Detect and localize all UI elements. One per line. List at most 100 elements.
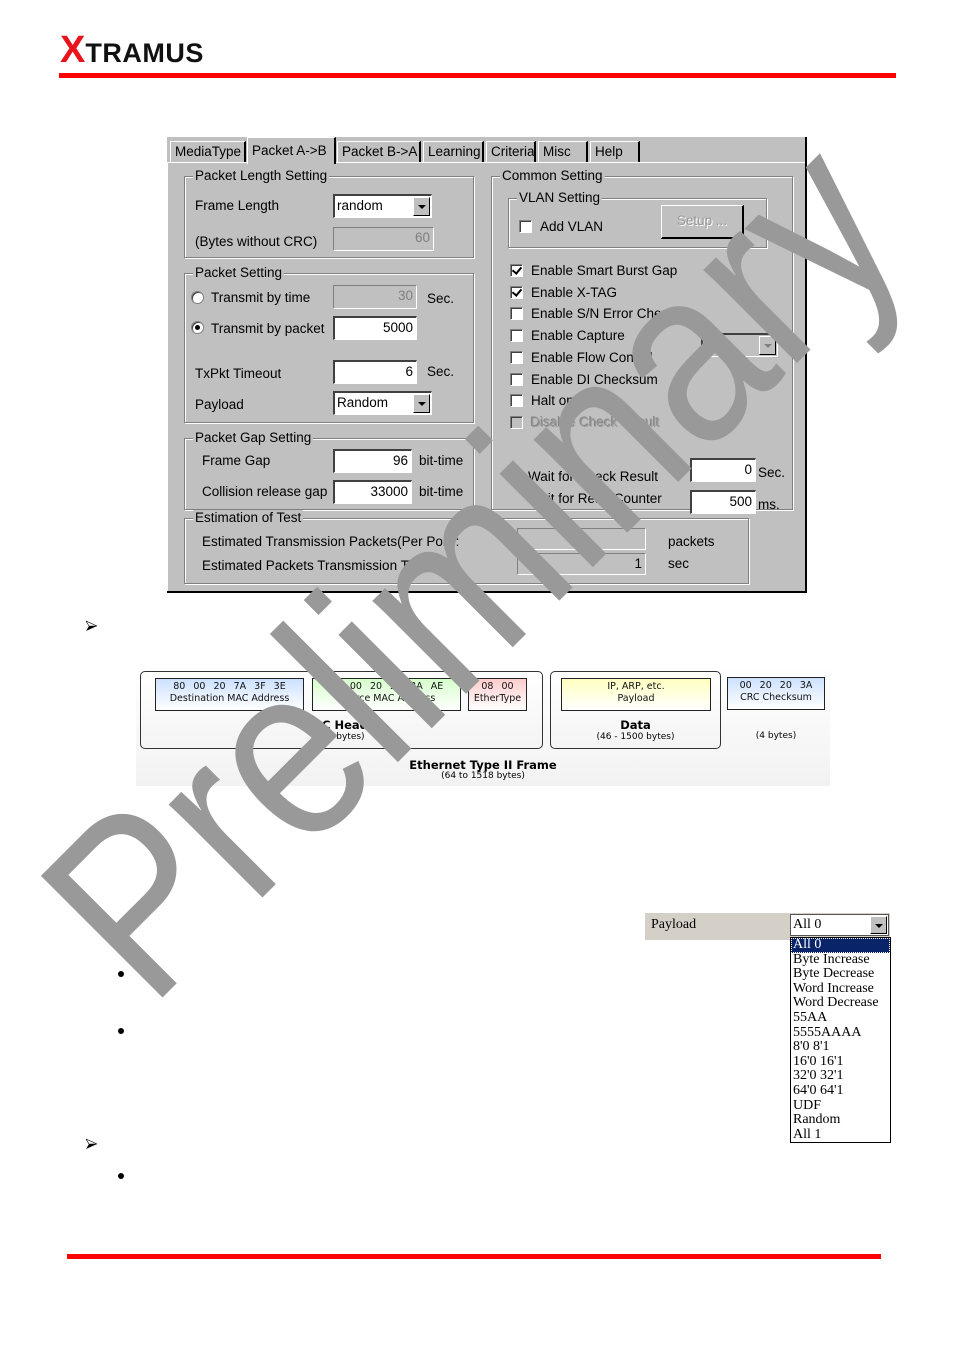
wait-read-counter-field[interactable]: 500: [690, 490, 756, 514]
option-label: Enable Smart Burst Gap: [531, 263, 678, 278]
header-rule: [59, 73, 896, 78]
payload-options-list: All 0 Byte Increase Byte Decrease Word Incr…: [790, 937, 891, 1143]
payload-option[interactable]: UDF: [791, 1098, 890, 1114]
payload-option[interactable]: All 0: [791, 937, 890, 953]
payload-option[interactable]: Word Increase: [791, 981, 890, 997]
wait-check-result-field[interactable]: 0: [690, 458, 756, 482]
chevron-down-icon[interactable]: [413, 394, 430, 413]
option-checkbox[interactable]: [510, 307, 523, 321]
frame-length-select[interactable]: random: [333, 194, 432, 218]
payload-field-label: Payload: [617, 693, 655, 704]
payload-option[interactable]: All 1: [791, 1127, 890, 1143]
logo-x: X: [60, 29, 85, 71]
payload-row-label: Payload: [651, 917, 697, 932]
payload-value: Random: [337, 395, 389, 410]
transmit-by-packet-label: Transmit by packet: [211, 321, 325, 336]
transmit-by-time-radio[interactable]: [191, 291, 204, 304]
payload-option[interactable]: Random: [791, 1113, 890, 1128]
add-vlan-label: Add VLAN: [540, 219, 604, 234]
bullet-dot-icon: [118, 1028, 124, 1034]
frame-gap-field[interactable]: 96: [333, 449, 412, 473]
crc-label: CRC Checksum: [740, 692, 812, 703]
packet-setting-group: Packet Setting Transmit by time 30 Sec. …: [184, 265, 474, 423]
option-checkbox[interactable]: [510, 372, 523, 386]
transmit-by-packet-radio[interactable]: [191, 321, 204, 334]
source-mac-label: Source MAC Address: [337, 693, 436, 704]
payload-option[interactable]: 64'0 64'1: [791, 1083, 890, 1099]
ethertype-label: EtherType: [473, 693, 522, 704]
txpkt-timeout-field[interactable]: 6: [333, 360, 417, 384]
mac-header-group: 80 00 20 7A 3F 3E Destination MAC Addres…: [140, 671, 543, 749]
vlan-setting-group: VLAN Setting Add VLAN Setup ...: [508, 190, 767, 248]
chevron-down-icon[interactable]: [870, 916, 887, 934]
transmit-packet-field[interactable]: 5000: [333, 316, 417, 340]
packet-length-group: Packet Length Setting Frame Length rando…: [184, 168, 474, 258]
option-checkbox[interactable]: [510, 264, 523, 277]
tab-bar: MediaType Packet A->B Packet B->A Learni…: [167, 137, 805, 164]
option-checkbox[interactable]: [510, 394, 523, 408]
payload-label: Payload: [195, 397, 244, 412]
payload-top-text: IP, ARP, etc.: [607, 681, 665, 692]
payload-option[interactable]: Byte Decrease: [791, 967, 890, 982]
chevron-down-icon[interactable]: [759, 336, 776, 355]
tab-packet-a-b[interactable]: Packet A->B: [247, 137, 336, 164]
collision-gap-label: Collision release gap: [202, 484, 328, 499]
option-label: Enable Capture: [531, 328, 625, 344]
wait-check-result-label: Wait for Check Result: [528, 469, 659, 484]
collision-gap-field[interactable]: 33000: [333, 480, 412, 504]
chevron-down-icon[interactable]: [413, 197, 430, 216]
estimated-packets-label: Estimated Transmission Packets(Per Port)…: [202, 534, 460, 549]
payload-option[interactable]: Word Decrease: [791, 996, 890, 1011]
payload-option[interactable]: 8'0 8'1: [791, 1040, 890, 1055]
packet-length-title: Packet Length Setting: [193, 168, 330, 184]
option-label: Enable DI Checksum: [531, 371, 658, 387]
tab-criteria[interactable]: Criteria: [486, 141, 536, 163]
tab-learning[interactable]: Learning: [423, 141, 484, 163]
data-group: IP, ARP, etc. Payload Data (46 - 1500 by…: [550, 671, 721, 749]
tab-misc[interactable]: Misc: [538, 141, 588, 163]
payload-option[interactable]: 16'0 16'1: [791, 1054, 890, 1070]
crc-hex: 00 20 20 3A: [739, 680, 813, 691]
payload-dropdown-value: All 0: [793, 917, 822, 932]
transmit-by-time-label: Transmit by time: [211, 290, 311, 305]
tab-help[interactable]: Help: [590, 141, 640, 163]
payload-option[interactable]: 55AA: [791, 1010, 890, 1026]
frame-size: (64 to 1518 bytes): [441, 771, 525, 781]
frame-gap-unit: bit-time: [419, 453, 464, 468]
frame-gap-label: Frame Gap: [202, 453, 271, 468]
payload-option[interactable]: 5555AAAA: [791, 1025, 890, 1041]
tab-mediatype[interactable]: MediaType: [170, 141, 246, 163]
estimated-time-unit: sec: [668, 556, 690, 571]
frame-title: Ethernet Type II Frame: [409, 758, 557, 772]
option-checkbox[interactable]: [510, 285, 523, 299]
payload-dropdown-select[interactable]: All 0: [790, 914, 889, 936]
crc-field: 00 20 20 3A CRC Checksum: [727, 677, 825, 710]
data-size: (46 - 1500 bytes): [596, 732, 675, 742]
estimated-time-field: 1: [517, 553, 646, 575]
option-checkbox[interactable]: [510, 350, 523, 364]
source-mac-field: 80 00 20 20 3A AE Source MAC Address: [312, 678, 461, 711]
ethertype-hex: 08 00: [481, 681, 514, 692]
ethernet-frame-diagram: 80 00 20 7A 3F 3E Destination MAC Addres…: [136, 666, 830, 786]
option-checkbox[interactable]: [510, 329, 523, 343]
capture-select[interactable]: All: [701, 333, 778, 357]
payload-field: IP, ARP, etc. Payload: [561, 678, 711, 711]
bullet-dot-icon: [118, 971, 124, 977]
tab-packet-b-a[interactable]: Packet B->A: [337, 141, 421, 163]
estimation-group: Estimation of Test Estimated Transmissio…: [184, 510, 749, 584]
packet-gap-title: Packet Gap Setting: [193, 430, 314, 446]
payload-select[interactable]: Random: [333, 391, 432, 415]
payload-option[interactable]: Byte Increase: [791, 952, 890, 968]
capture-select-value: All: [705, 337, 721, 352]
mac-header-title: MAC Header: [301, 718, 382, 732]
xtramus-logo: X TRAMUS: [60, 29, 204, 71]
payload-option[interactable]: 32'0 32'1: [791, 1069, 890, 1084]
vlan-setup-button[interactable]: Setup ...: [661, 205, 744, 239]
option-label: Enable S/N Error Check: [531, 306, 676, 322]
estimated-time-label: Estimated Packets Transmission Time:: [202, 558, 434, 573]
wait-check-result-unit: Sec.: [758, 465, 786, 480]
frame-length-label: Frame Length: [195, 198, 280, 213]
option-label: Enable Flow Control: [531, 349, 653, 365]
add-vlan-checkbox[interactable]: [519, 220, 532, 233]
mac-header-size: (14 bytes): [318, 732, 365, 742]
